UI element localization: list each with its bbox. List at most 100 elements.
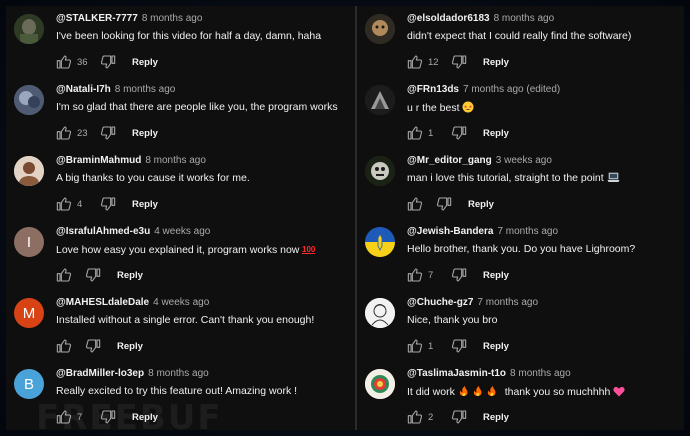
comment-text: Hello brother, thank you. Do you have Li… (407, 243, 636, 255)
comment-time[interactable]: 8 months ago (510, 368, 571, 379)
comment-time[interactable]: 3 weeks ago (496, 155, 552, 166)
avatar[interactable] (14, 156, 44, 186)
reply-button[interactable]: Reply (117, 341, 143, 352)
thumbs-up-icon[interactable] (407, 54, 423, 70)
avatar[interactable] (365, 369, 395, 399)
comment-author[interactable]: @elsoldador6183 (407, 13, 490, 24)
reply-button[interactable]: Reply (132, 128, 158, 139)
comment-meta: @TaslimaJasmin-t1o 8 months ago (407, 368, 571, 379)
comment-time[interactable]: 8 months ago (494, 13, 555, 24)
thumbs-up-icon[interactable] (56, 125, 72, 141)
comment-actions: Reply (56, 266, 143, 284)
avatar[interactable] (365, 14, 395, 44)
comment-item: @Jewish-Bandera 7 months ago Hello brothe… (357, 223, 684, 291)
thumbs-down-icon[interactable] (85, 338, 101, 354)
comment-author[interactable]: @Jewish-Bandera (407, 226, 493, 237)
comment-time[interactable]: 7 months ago (477, 297, 538, 308)
comment-author[interactable]: @FRn13ds (407, 84, 459, 95)
avatar-letter: M (22, 304, 36, 322)
comment-author[interactable]: @TaslimaJasmin-t1o (407, 368, 506, 379)
comment-item: @STALKER-7777 8 months ago I've been look… (6, 10, 355, 78)
avatar[interactable]: I (14, 227, 44, 257)
comment-text: Really excited to try this feature out! … (56, 385, 298, 397)
comment-author[interactable]: @MAHESLdaleDale (56, 297, 149, 308)
comment-author[interactable]: @IsrafulAhmed-e3u (56, 226, 150, 237)
thumbs-down-icon[interactable] (100, 196, 116, 212)
thumbs-up-icon[interactable] (56, 196, 72, 212)
photo-avatar-icon (365, 156, 395, 186)
thumbs-up-icon[interactable] (407, 196, 423, 212)
comment-author[interactable]: @BraminMahmud (56, 155, 141, 166)
comment-time[interactable]: 4 weeks ago (153, 297, 209, 308)
avatar[interactable] (365, 298, 395, 328)
like-count: 4 (77, 198, 83, 210)
reply-button[interactable]: Reply (483, 57, 509, 68)
comment-actions: 23 Reply (56, 124, 158, 142)
comment-time[interactable]: 8 months ago (145, 155, 206, 166)
avatar[interactable] (365, 156, 395, 186)
comment-author[interactable]: @Mr_editor_gang (407, 155, 492, 166)
comment-author[interactable]: @Chuche-gz7 (407, 297, 473, 308)
thumbs-up-icon[interactable] (56, 338, 72, 354)
comment-time[interactable]: 4 weeks ago (154, 226, 210, 237)
avatar[interactable] (14, 85, 44, 115)
reply-button[interactable]: Reply (468, 199, 494, 210)
comment-text-body: man i love this tutorial, straight to th… (407, 172, 604, 184)
comment-item: @FRn13ds 7 months ago (edited) u r the be… (357, 81, 684, 149)
star-struck-emoji-icon (462, 101, 474, 113)
reply-button[interactable]: Reply (117, 270, 143, 281)
avatar[interactable]: M (14, 298, 44, 328)
comment-item: I @IsrafulAhmed-e3u 4 weeks ago Love how … (6, 223, 355, 291)
comment-meta: @Natali-I7h 8 months ago (56, 84, 175, 95)
comment-meta: @MAHESLdaleDale 4 weeks ago (56, 297, 209, 308)
like-count: 23 (77, 127, 88, 139)
thumbs-up-icon[interactable] (56, 267, 72, 283)
comment-meta: @FRn13ds 7 months ago (edited) (407, 84, 560, 95)
comment-author[interactable]: @Natali-I7h (56, 84, 111, 95)
comment-item: @BraminMahmud 8 months ago A big thanks t… (6, 152, 355, 220)
avatar[interactable]: B (14, 369, 44, 399)
comment-time[interactable]: 8 months ago (148, 368, 209, 379)
comments-column-right: @elsoldador6183 8 months ago didn't expec… (357, 6, 684, 430)
comment-actions: 7 Reply (407, 266, 509, 284)
thumbs-up-icon[interactable] (407, 409, 423, 425)
avatar[interactable] (14, 14, 44, 44)
reply-button[interactable]: Reply (483, 270, 509, 281)
avatar[interactable] (365, 85, 395, 115)
comment-actions: Reply (56, 337, 143, 355)
thumbs-down-icon[interactable] (100, 125, 116, 141)
comment-meta: @BraminMahmud 8 months ago (56, 155, 206, 166)
comment-meta: @STALKER-7777 8 months ago (56, 13, 202, 24)
comment-item: M @MAHESLdaleDale 4 weeks ago Installed w… (6, 294, 355, 362)
thumbs-down-icon[interactable] (436, 196, 452, 212)
thumbs-up-icon[interactable] (407, 267, 423, 283)
thumbs-down-icon[interactable] (85, 267, 101, 283)
reply-button[interactable]: Reply (483, 341, 509, 352)
comment-text-body: It did work (407, 386, 455, 398)
comment-author[interactable]: @STALKER-7777 (56, 13, 138, 24)
thumbs-up-icon[interactable] (407, 338, 423, 354)
comment-time[interactable]: 7 months ago (497, 226, 558, 237)
photo-avatar-icon (365, 14, 395, 44)
comment-text: Installed without a single error. Can't … (56, 314, 315, 326)
thumbs-down-icon[interactable] (451, 338, 467, 354)
comment-meta: @elsoldador6183 8 months ago (407, 13, 554, 24)
comment-author[interactable]: @BradMiller-lo3ep (56, 368, 144, 379)
thumbs-down-icon[interactable] (100, 54, 116, 70)
watermark: FREEBUF (36, 398, 223, 430)
thumbs-down-icon[interactable] (451, 54, 467, 70)
reply-button[interactable]: Reply (132, 57, 158, 68)
thumbs-down-icon[interactable] (451, 125, 467, 141)
comment-time[interactable]: 8 months ago (115, 84, 176, 95)
reply-button[interactable]: Reply (483, 128, 509, 139)
comment-time[interactable]: 7 months ago (edited) (463, 84, 560, 95)
avatar[interactable] (365, 227, 395, 257)
reply-button[interactable]: Reply (483, 412, 509, 423)
reply-button[interactable]: Reply (132, 199, 158, 210)
like-count: 36 (77, 56, 88, 68)
thumbs-up-icon[interactable] (56, 54, 72, 70)
thumbs-down-icon[interactable] (451, 267, 467, 283)
thumbs-down-icon[interactable] (451, 409, 467, 425)
comment-time[interactable]: 8 months ago (142, 13, 203, 24)
thumbs-up-icon[interactable] (407, 125, 423, 141)
